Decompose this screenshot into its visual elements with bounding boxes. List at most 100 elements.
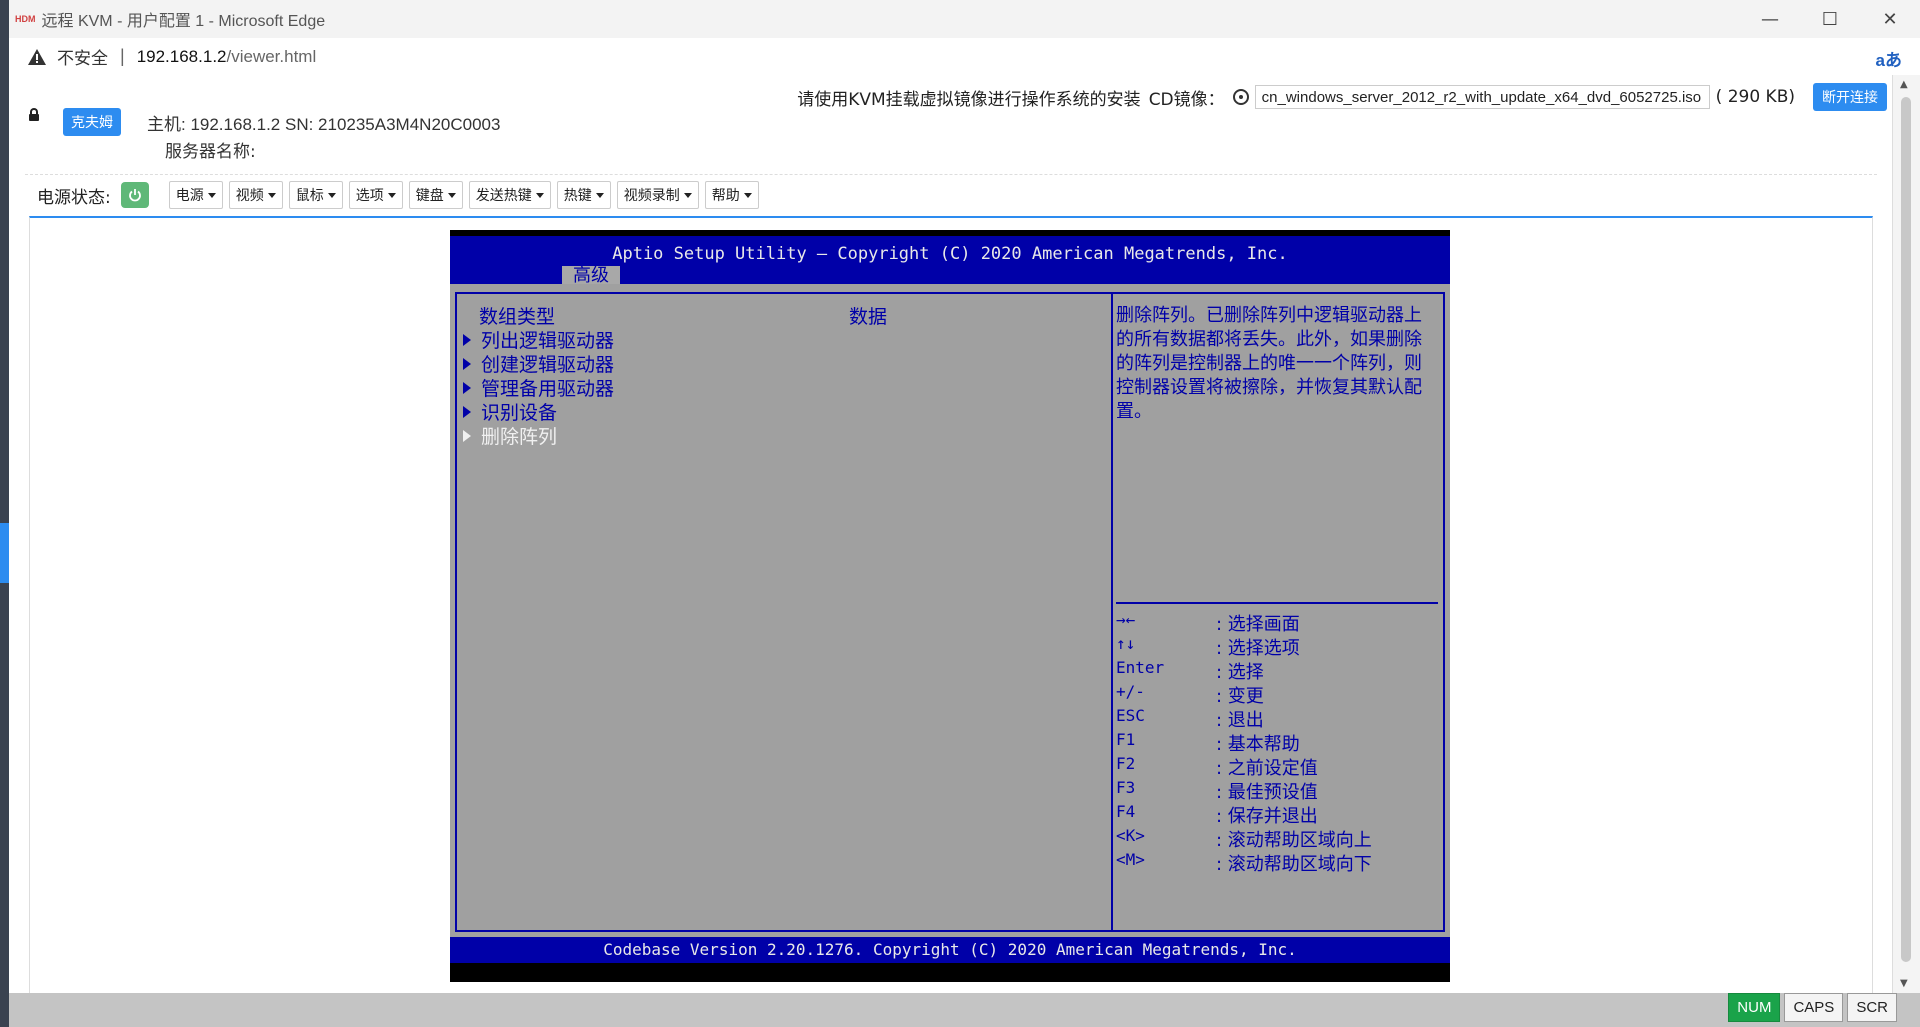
- user-button[interactable]: 克夫姆: [63, 108, 121, 136]
- key-name: F1: [1116, 730, 1136, 749]
- menu-send-hotkey[interactable]: 发送热键: [468, 181, 551, 209]
- key-name: Enter: [1116, 658, 1165, 677]
- key-desc: : 基本帮助: [1216, 734, 1300, 755]
- taskbar-accent: [0, 523, 9, 583]
- bios-footer: Codebase Version 2.20.1276. Copyright (C…: [450, 937, 1450, 963]
- scroll-up-icon[interactable]: ▲: [1900, 79, 1908, 90]
- bios-tab-advanced[interactable]: 高级: [562, 266, 620, 286]
- scroll-lock-indicator[interactable]: SCR: [1847, 993, 1897, 1022]
- key-name: F4: [1116, 802, 1136, 821]
- menu-power[interactable]: 电源: [168, 181, 223, 209]
- key-row: ↑↓: 选择选项: [1116, 634, 1300, 660]
- bios-item-delete-array[interactable]: 删除阵列: [463, 422, 557, 449]
- help-text: 删除阵列。已删除阵列中逻辑驱动器上的所有数据都将丢失。此外，如果删除的阵列是控制…: [1116, 305, 1422, 422]
- disconnect-button[interactable]: 断开连接: [1813, 83, 1887, 111]
- window-title: 远程 KVM - 用户配置 1 - Microsoft Edge: [41, 13, 326, 30]
- bios-help-panel: 删除阵列。已删除阵列中逻辑驱动器上的所有数据都将丢失。此外，如果删除的阵列是控制…: [1113, 292, 1445, 932]
- power-icon[interactable]: [120, 182, 149, 208]
- chevron-down-icon: [743, 192, 752, 198]
- iso-file-field[interactable]: [1254, 85, 1710, 109]
- key-name: →←: [1116, 610, 1136, 629]
- key-row: →← : 选择画面: [1116, 610, 1300, 636]
- menu-help[interactable]: 帮助: [704, 181, 759, 209]
- caps-lock-indicator[interactable]: CAPS: [1784, 993, 1844, 1022]
- menu-label: 键盘: [415, 188, 444, 204]
- key-row: F3 : 最佳预设值: [1116, 778, 1318, 804]
- key-row: <M>: 滚动帮助区域向下: [1116, 850, 1372, 876]
- cd-label: CD镜像：: [1148, 89, 1225, 110]
- key-name: <K>: [1116, 826, 1145, 845]
- key-name: F3: [1116, 778, 1136, 797]
- bios-item-identify-device[interactable]: 识别设备: [463, 398, 557, 425]
- bios-item-list-logical-drives[interactable]: 列出逻辑驱动器: [463, 326, 614, 353]
- chevron-down-icon: [327, 192, 336, 198]
- help-divider: [1116, 602, 1438, 604]
- bios-item-label: 创建逻辑驱动器: [481, 354, 615, 376]
- chevron-down-icon: [447, 192, 456, 198]
- divider: [25, 174, 1877, 175]
- menu-label: 视频: [235, 188, 264, 204]
- key-name: +/-: [1116, 682, 1145, 701]
- key-row: F2: 之前设定值: [1116, 754, 1318, 780]
- key-row: <K> : 滚动帮助区域向上: [1116, 826, 1372, 852]
- key-desc: : 滚动帮助区域向上: [1216, 830, 1372, 851]
- bios-title: Aptio Setup Utility – Copyright (C) 2020…: [612, 244, 1288, 264]
- minimize-button[interactable]: —: [1740, 0, 1800, 38]
- url-separator: |: [120, 46, 125, 66]
- menu-label: 选项: [355, 188, 384, 204]
- vertical-scrollbar[interactable]: ▲ ▼: [1892, 75, 1920, 993]
- key-desc: : 最佳预设值: [1216, 782, 1318, 803]
- arrow-right-icon: [463, 333, 471, 346]
- menu-options[interactable]: 选项: [348, 181, 403, 209]
- scrollbar-thumb[interactable]: [1901, 97, 1911, 962]
- url-field[interactable]: 192.168.1.2/viewer.html: [137, 47, 317, 67]
- chevron-down-icon: [267, 192, 276, 198]
- bios-item-label: 管理备用驱动器: [481, 378, 615, 400]
- chevron-down-icon: [683, 192, 692, 198]
- bios-header: Aptio Setup Utility – Copyright (C) 2020…: [450, 236, 1450, 286]
- status-bar: [9, 993, 1920, 1027]
- iso-bar: 请使用KVM挂载虚拟镜像进行操作系统的安装 CD镜像： ( 290 KB) 断开…: [797, 83, 1887, 111]
- key-row: Enter : 选择: [1116, 658, 1264, 684]
- menu-hotkey[interactable]: 热键: [556, 181, 611, 209]
- key-desc: : 选择画面: [1216, 614, 1300, 635]
- key-row: +/-: 变更: [1116, 682, 1264, 708]
- bios-item-label: 识别设备: [481, 402, 558, 424]
- bios-body: 数组类型 数据 列出逻辑驱动器 创建逻辑驱动器 管理备用驱动器 识别设备 删除阵…: [450, 284, 1450, 960]
- key-row: F4: 保存并退出: [1116, 802, 1318, 828]
- arrow-right-icon: [463, 405, 471, 418]
- num-lock-indicator[interactable]: NUM: [1728, 993, 1781, 1022]
- url-path: /viewer.html: [226, 46, 317, 66]
- kvm-screen[interactable]: Aptio Setup Utility – Copyright (C) 2020…: [450, 230, 1450, 982]
- security-label[interactable]: 不安全: [57, 44, 108, 69]
- maximize-button[interactable]: ☐: [1800, 0, 1860, 38]
- lock-icon[interactable]: [29, 108, 39, 121]
- arrow-right-icon: [463, 357, 471, 370]
- menu-keyboard[interactable]: 键盘: [408, 181, 463, 209]
- arrow-right-icon: [463, 429, 471, 442]
- key-desc: : 选择: [1216, 662, 1264, 683]
- bios-item-create-logical-drive[interactable]: 创建逻辑驱动器: [463, 350, 614, 377]
- menu-video-record[interactable]: 视频录制: [616, 181, 699, 209]
- key-desc: : 退出: [1216, 710, 1264, 731]
- chevron-down-icon: [595, 192, 604, 198]
- menu-mouse[interactable]: 鼠标: [288, 181, 343, 209]
- page-content: 请使用KVM挂载虚拟镜像进行操作系统的安装 CD镜像： ( 290 KB) 断开…: [9, 75, 1893, 993]
- key-row: ESC : 退出: [1116, 706, 1264, 732]
- url-host: 192.168.1.2: [136, 46, 227, 66]
- read-aloud-icon[interactable]: aあ: [1876, 46, 1902, 71]
- toolbar: 电源状态: 电源 视频 鼠标 选项 键盘 发送热键 热键 视频录制 帮助: [37, 181, 765, 209]
- lock-keys: NUM CAPS SCR: [1724, 993, 1897, 1022]
- key-name: ESC: [1116, 706, 1145, 725]
- menu-video[interactable]: 视频: [228, 181, 283, 209]
- address-bar: 不安全 | 192.168.1.2/viewer.html aあ: [9, 38, 1920, 75]
- browser-window: HDM 远程 KVM - 用户配置 1 - Microsoft Edge — ☐…: [9, 0, 1920, 1027]
- bios-item-manage-spares[interactable]: 管理备用驱动器: [463, 374, 614, 401]
- warning-icon[interactable]: [27, 47, 47, 67]
- scroll-down-icon[interactable]: ▼: [1900, 978, 1908, 989]
- key-name: ↑↓: [1116, 634, 1136, 653]
- menu-label: 帮助: [711, 188, 740, 204]
- close-button[interactable]: ✕: [1860, 0, 1920, 38]
- key-desc: : 之前设定值: [1216, 758, 1318, 779]
- app-logo: HDM: [15, 14, 36, 24]
